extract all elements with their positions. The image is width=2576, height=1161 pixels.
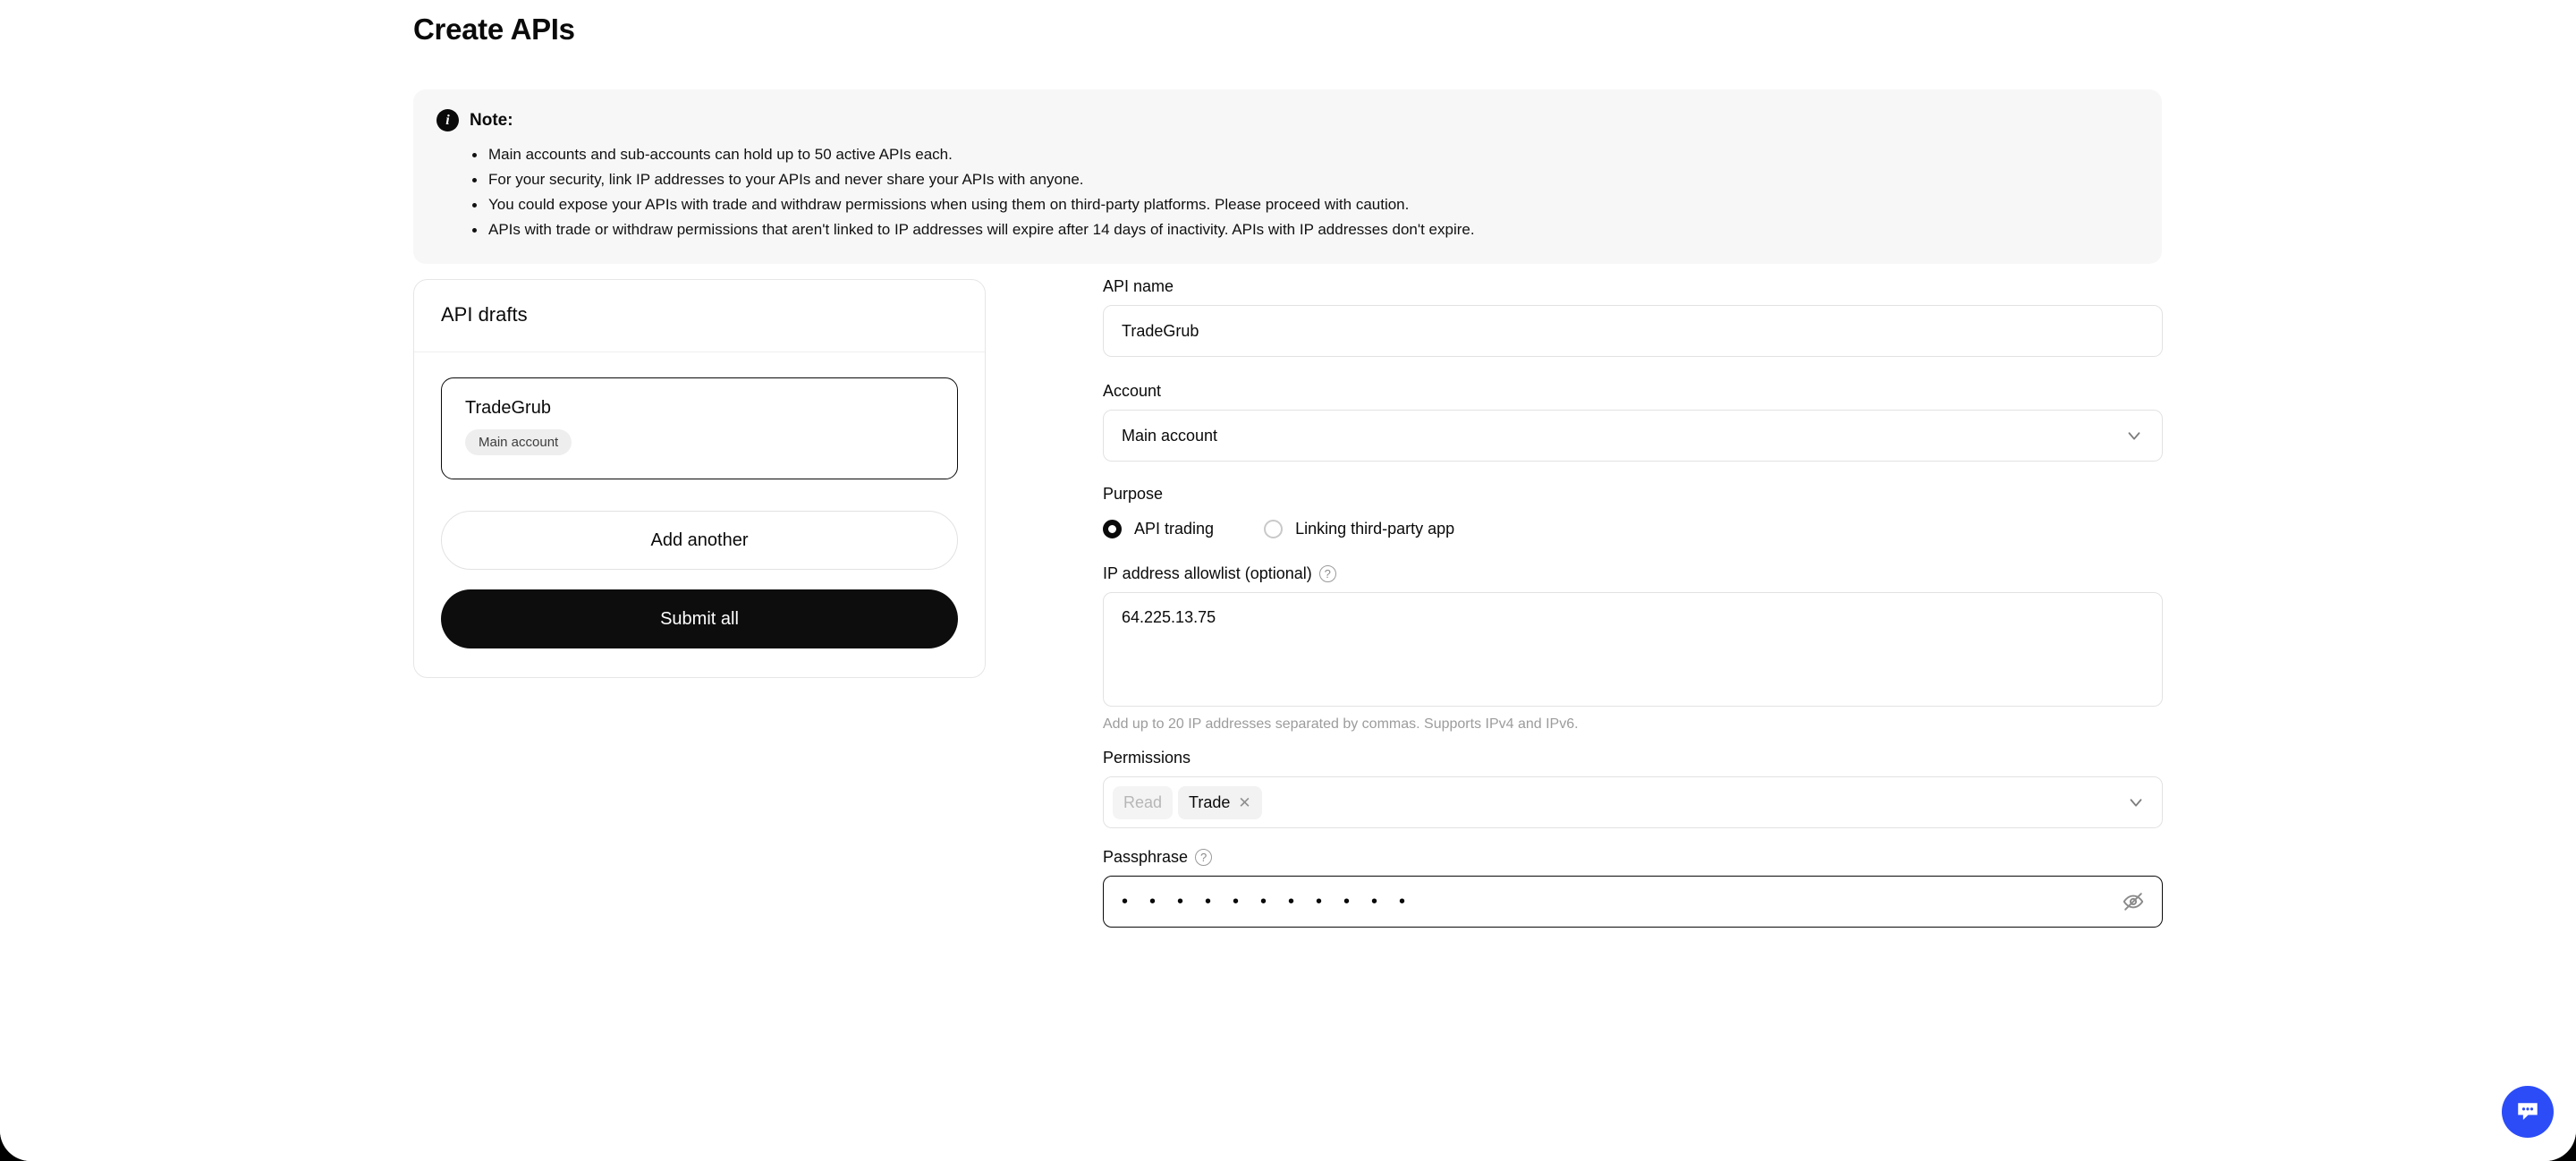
- draft-card-tradegrub[interactable]: TradeGrub Main account: [441, 377, 958, 479]
- note-item: You could expose your APIs with trade an…: [472, 192, 2139, 217]
- api-name-label: API name: [1103, 277, 1174, 295]
- close-icon[interactable]: ✕: [1238, 795, 1250, 810]
- passphrase-label-text: Passphrase: [1103, 848, 1189, 866]
- chevron-down-icon: [2128, 432, 2140, 440]
- field-purpose: Purpose API trading Linking third-party …: [1103, 485, 2163, 545]
- purpose-radio-group: API trading Linking third-party app: [1103, 513, 2163, 545]
- submit-all-button[interactable]: Submit all: [441, 589, 958, 648]
- info-icon: i: [436, 109, 459, 131]
- add-another-button[interactable]: Add another: [441, 511, 958, 570]
- note-item: APIs with trade or withdraw permissions …: [472, 217, 2139, 242]
- permissions-label: Permissions: [1103, 749, 1191, 767]
- create-apis-page: Create APIs i Note: Main accounts and su…: [0, 0, 2576, 1161]
- api-drafts-panel: API drafts TradeGrub Main account Add an…: [413, 279, 986, 678]
- note-item: Main accounts and sub-accounts can hold …: [472, 142, 2139, 167]
- field-passphrase: Passphrase ? • • • • • • • • • • •: [1103, 848, 2163, 928]
- draft-name: TradeGrub: [465, 398, 551, 418]
- passphrase-masked-value: • • • • • • • • • • •: [1122, 892, 1415, 911]
- radio-option-api-trading[interactable]: API trading: [1103, 519, 1215, 538]
- chat-support-button[interactable]: [2502, 1086, 2554, 1138]
- account-select[interactable]: Main account: [1103, 410, 2163, 462]
- help-circle-icon[interactable]: ?: [1195, 849, 1213, 866]
- note-item: For your security, link IP addresses to …: [472, 167, 2139, 192]
- permission-chip-trade: Trade ✕: [1178, 785, 1262, 819]
- permission-chip-label: Trade: [1189, 792, 1231, 811]
- note-banner: i Note: Main accounts and sub-accounts c…: [413, 89, 2162, 265]
- note-header: i Note:: [436, 109, 2139, 131]
- note-list: Main accounts and sub-accounts can hold …: [436, 142, 2139, 242]
- account-selected-value: Main account: [1122, 426, 1218, 445]
- api-form: API name TradeGrub Account Main account …: [1103, 277, 2163, 928]
- field-permissions: Permissions Read Trade ✕: [1103, 749, 2163, 828]
- radio-label: API trading: [1134, 519, 1215, 538]
- ip-allowlist-hint: Add up to 20 IP addresses separated by c…: [1103, 716, 1579, 732]
- purpose-label: Purpose: [1103, 485, 1164, 503]
- permission-chip-read: Read: [1113, 785, 1174, 819]
- ip-allowlist-label-text: IP address allowlist (optional): [1103, 564, 1312, 582]
- api-drafts-body: TradeGrub Main account Add another Submi…: [414, 352, 985, 677]
- ip-allowlist-label: IP address allowlist (optional) ?: [1103, 564, 2163, 583]
- radio-option-linking-third-party-app[interactable]: Linking third-party app: [1264, 519, 1455, 538]
- passphrase-label: Passphrase ?: [1103, 848, 2163, 867]
- field-account: Account Main account: [1103, 382, 2163, 462]
- account-label: Account: [1103, 382, 1162, 400]
- browser-viewport: Create APIs i Note: Main accounts and su…: [0, 0, 2576, 1161]
- draft-account-badge: Main account: [465, 429, 572, 455]
- chevron-down-icon: [2130, 799, 2142, 807]
- api-drafts-title: API drafts: [441, 303, 528, 326]
- permissions-select[interactable]: Read Trade ✕: [1103, 776, 2163, 828]
- api-drafts-header: API drafts: [414, 280, 985, 352]
- chat-bubble-icon: [2518, 1103, 2538, 1120]
- permission-chip-label: Read: [1123, 792, 1163, 811]
- passphrase-input[interactable]: • • • • • • • • • • •: [1103, 876, 2163, 928]
- field-ip-allowlist: IP address allowlist (optional) ? 64.225…: [1103, 564, 2163, 733]
- help-circle-icon[interactable]: ?: [1318, 565, 1336, 582]
- field-api-name: API name TradeGrub: [1103, 277, 2163, 357]
- eye-off-icon[interactable]: [2123, 891, 2144, 912]
- ip-allowlist-textarea[interactable]: 64.225.13.75: [1103, 592, 2163, 707]
- note-title: Note:: [470, 110, 513, 130]
- page-title: Create APIs: [413, 13, 575, 46]
- radio-indicator[interactable]: [1264, 519, 1284, 538]
- radio-label: Linking third-party app: [1295, 519, 1455, 538]
- radio-indicator-selected[interactable]: [1103, 519, 1122, 538]
- api-name-input[interactable]: TradeGrub: [1103, 305, 2163, 357]
